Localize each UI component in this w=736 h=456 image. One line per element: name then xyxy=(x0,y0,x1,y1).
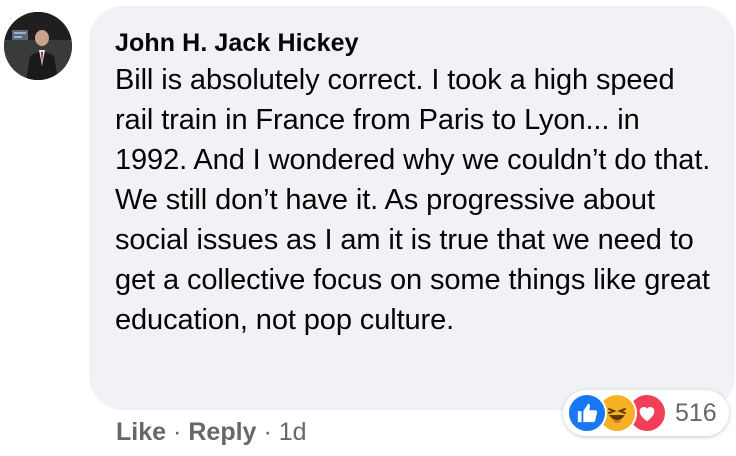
like-button[interactable]: Like xyxy=(116,417,166,447)
separator: · xyxy=(263,418,272,446)
timestamp[interactable]: 1d xyxy=(279,417,307,447)
comment-text: Bill is absolutely correct. I took a hig… xyxy=(115,64,711,336)
comment-actions: Like · Reply · 1d xyxy=(116,417,307,447)
avatar[interactable] xyxy=(4,12,72,80)
comment-author[interactable]: John H. Jack Hickey xyxy=(115,28,711,58)
reply-button[interactable]: Reply xyxy=(188,417,256,447)
reaction-count: 516 xyxy=(675,398,717,427)
like-icon xyxy=(567,393,607,433)
reactions-summary[interactable]: 516 xyxy=(563,390,729,436)
separator: · xyxy=(173,418,182,446)
comment-bubble: John H. Jack Hickey Bill is absolutely c… xyxy=(89,6,735,410)
